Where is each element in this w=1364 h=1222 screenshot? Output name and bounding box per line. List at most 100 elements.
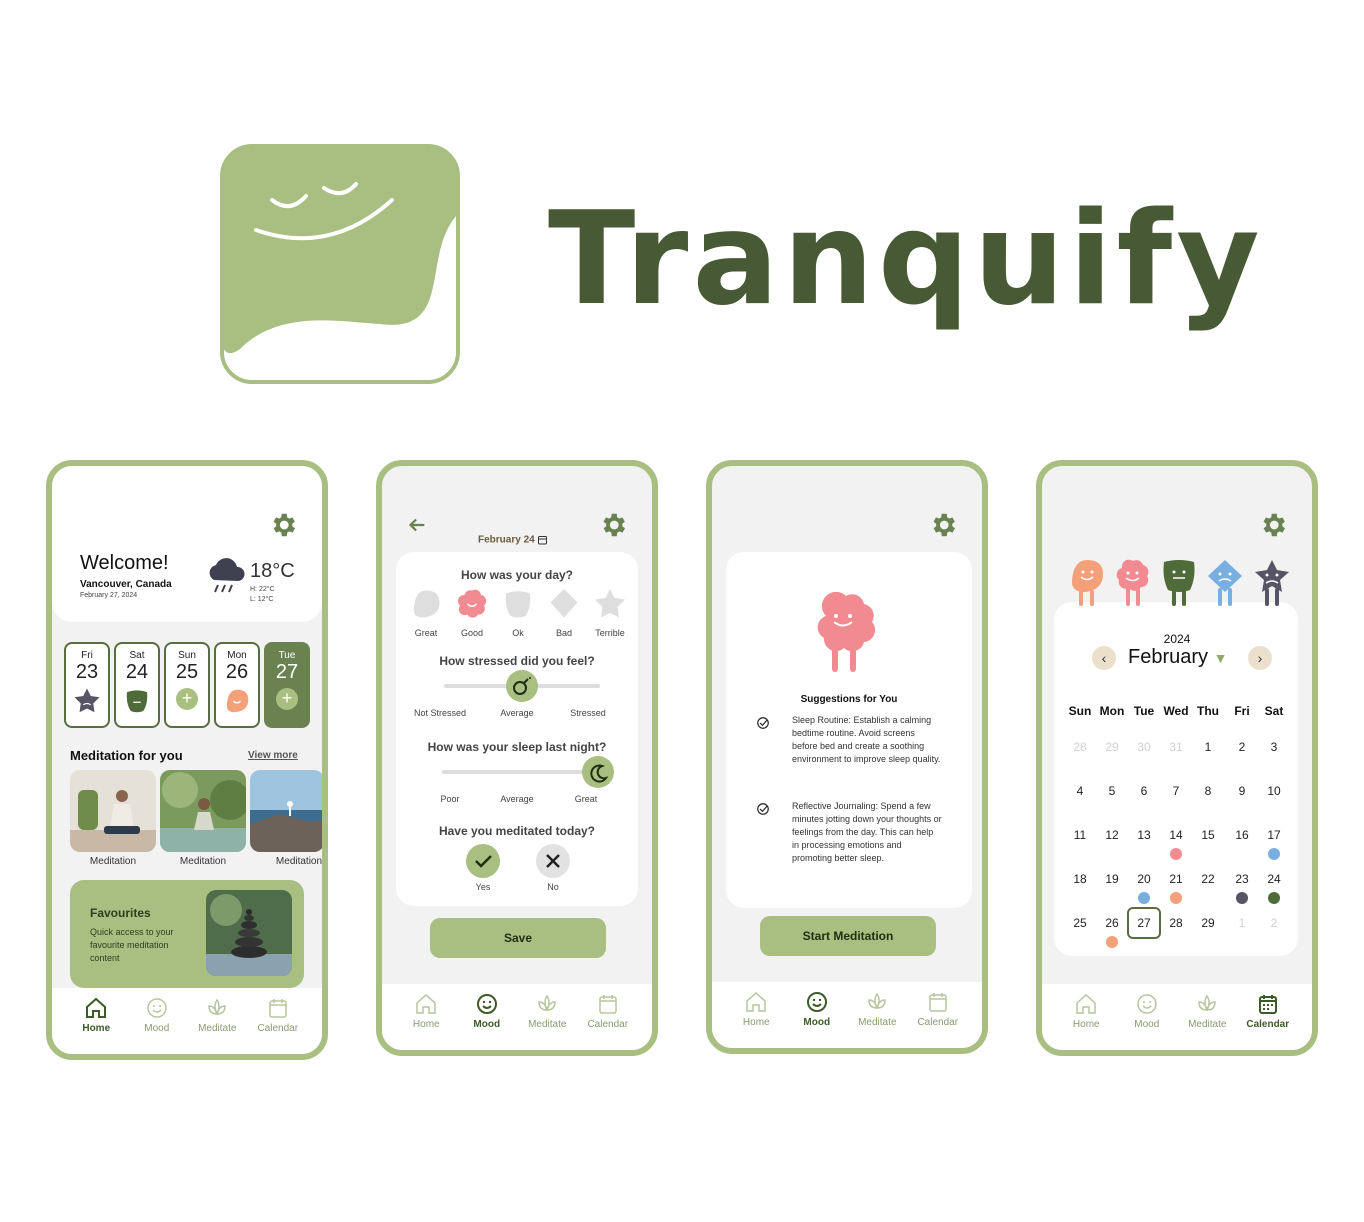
calendar-day[interactable]: 3 xyxy=(1258,740,1290,754)
smiley-icon xyxy=(476,994,497,1014)
save-button[interactable]: Save xyxy=(430,918,606,958)
calendar-day[interactable]: 16 xyxy=(1226,828,1258,842)
settings-gear-icon[interactable] xyxy=(1258,510,1288,540)
q-stress: How stressed did you feel? xyxy=(439,654,595,668)
settings-gear-icon[interactable] xyxy=(598,510,628,540)
calendar-month-selector[interactable]: February ▼ xyxy=(1128,646,1227,669)
location-text: Vancouver, Canada xyxy=(80,579,172,590)
day-card-tue-today[interactable]: Tue 27 + xyxy=(264,642,310,728)
day-card-mon[interactable]: Mon 26 xyxy=(214,642,260,728)
no-x-button[interactable] xyxy=(536,844,570,878)
nav-home[interactable]: Home xyxy=(68,996,124,1054)
calendar-day[interactable]: 7 xyxy=(1160,784,1192,798)
calendar-day[interactable]: 10 xyxy=(1258,784,1290,798)
calendar-day[interactable]: 6 xyxy=(1128,784,1160,798)
good-mood-character-icon xyxy=(1116,559,1149,606)
home-icon xyxy=(1076,993,1096,1014)
nav-meditate[interactable]: Meditate xyxy=(519,992,575,1050)
start-meditation-button[interactable]: Start Meditation xyxy=(760,916,936,956)
settings-gear-icon[interactable] xyxy=(928,510,958,540)
bottom-navigation: Home Mood Meditate Calendar xyxy=(382,984,652,1050)
calendar-day[interactable]: 14 xyxy=(1160,828,1192,842)
meditation-thumbnail[interactable] xyxy=(160,770,246,852)
yes-check-button[interactable] xyxy=(466,844,500,878)
nav-calendar[interactable]: Calendar xyxy=(1240,992,1296,1050)
next-month-button[interactable]: › xyxy=(1248,646,1272,670)
calendar-day[interactable]: 2 xyxy=(1226,740,1258,754)
view-more-link[interactable]: View more xyxy=(248,750,298,761)
calendar-day[interactable]: 29 xyxy=(1096,740,1128,754)
great-mood-option-icon[interactable] xyxy=(408,586,444,622)
nav-meditate[interactable]: Meditate xyxy=(849,990,905,1048)
calendar-day[interactable]: 5 xyxy=(1096,784,1128,798)
good-mood-option-icon[interactable] xyxy=(454,586,490,622)
nav-calendar[interactable]: Calendar xyxy=(250,996,306,1054)
app-title: Tranquify xyxy=(548,185,1264,334)
calendar-day[interactable]: 13 xyxy=(1128,828,1160,842)
calendar-day[interactable]: 15 xyxy=(1192,828,1224,842)
add-mood-button[interactable]: + xyxy=(276,688,298,710)
stacked-stones-image xyxy=(206,890,292,976)
nav-meditate[interactable]: Meditate xyxy=(189,996,245,1054)
calendar-day[interactable]: 4 xyxy=(1064,784,1096,798)
nav-mood[interactable]: Mood xyxy=(129,996,185,1054)
meditation-thumbnail[interactable] xyxy=(70,770,156,852)
calendar-day[interactable]: 29 xyxy=(1192,916,1224,930)
favourites-card[interactable]: Favourites Quick access to your favourit… xyxy=(70,880,304,988)
calendar-day[interactable]: 21 xyxy=(1160,872,1192,886)
back-arrow-icon[interactable] xyxy=(406,514,428,536)
yes-label: Yes xyxy=(475,882,491,892)
ok-mood-option-icon[interactable] xyxy=(500,586,536,622)
calendar-day[interactable]: 19 xyxy=(1096,872,1128,886)
day-card-fri[interactable]: Fri 23 xyxy=(64,642,110,728)
calendar-day[interactable]: 20 xyxy=(1128,872,1160,886)
calendar-day[interactable]: 17 xyxy=(1258,828,1290,842)
calendar-day[interactable]: 30 xyxy=(1128,740,1160,754)
calendar-day[interactable]: 28 xyxy=(1064,740,1096,754)
nav-label: Meditate xyxy=(528,1019,567,1030)
sleep-slider-handle[interactable] xyxy=(582,756,614,788)
calendar-day[interactable]: 11 xyxy=(1064,828,1096,842)
calendar-day[interactable]: 2 xyxy=(1258,916,1290,930)
calendar-day[interactable]: 23 xyxy=(1226,872,1258,886)
nav-home[interactable]: Home xyxy=(728,990,784,1048)
log-date[interactable]: February 24 xyxy=(478,534,549,546)
calendar-day[interactable]: 1 xyxy=(1226,916,1258,930)
nav-meditate[interactable]: Meditate xyxy=(1179,992,1235,1050)
add-mood-button[interactable]: + xyxy=(176,688,198,710)
nav-calendar[interactable]: Calendar xyxy=(580,992,636,1050)
terrible-mood-option-icon[interactable] xyxy=(592,586,628,622)
settings-gear-icon[interactable] xyxy=(268,510,298,540)
calendar-day[interactable]: 24 xyxy=(1258,872,1290,886)
calendar-day[interactable]: 9 xyxy=(1226,784,1258,798)
nav-label: Mood xyxy=(1134,1019,1160,1030)
nav-mood[interactable]: Mood xyxy=(459,992,515,1050)
day-card-sun[interactable]: Sun 25 + xyxy=(164,642,210,728)
sleep-slider[interactable] xyxy=(442,770,598,774)
lotus-icon xyxy=(1198,994,1217,1012)
calendar-day[interactable]: 18 xyxy=(1064,872,1096,886)
meditation-thumbnail[interactable] xyxy=(250,770,322,852)
calendar-day[interactable]: 8 xyxy=(1192,784,1224,798)
weekday-label: Tue xyxy=(1133,704,1155,718)
bad-mood-option-icon[interactable] xyxy=(546,586,582,622)
calendar-day[interactable]: 22 xyxy=(1192,872,1224,886)
nav-mood[interactable]: Mood xyxy=(1119,992,1175,1050)
prev-month-button[interactable]: ‹ xyxy=(1092,646,1116,670)
calendar-day[interactable]: 26 xyxy=(1096,916,1128,930)
nav-mood[interactable]: Mood xyxy=(789,990,845,1048)
calendar-day[interactable]: 31 xyxy=(1160,740,1192,754)
nav-calendar[interactable]: Calendar xyxy=(910,990,966,1048)
calendar-day[interactable]: 28 xyxy=(1160,916,1192,930)
calendar-day[interactable]: 12 xyxy=(1096,828,1128,842)
calendar-day[interactable]: 25 xyxy=(1064,916,1096,930)
nav-label: Meditate xyxy=(1188,1019,1227,1030)
nav-home[interactable]: Home xyxy=(398,992,454,1050)
calendar-day[interactable]: 1 xyxy=(1192,740,1224,754)
rain-cloud-icon xyxy=(209,558,245,593)
nav-home[interactable]: Home xyxy=(1058,992,1114,1050)
lotus-icon xyxy=(868,992,887,1010)
weekday-label: Wed xyxy=(1163,704,1189,718)
day-card-sat[interactable]: Sat 24 xyxy=(114,642,160,728)
stress-slider-handle[interactable] xyxy=(506,670,538,702)
